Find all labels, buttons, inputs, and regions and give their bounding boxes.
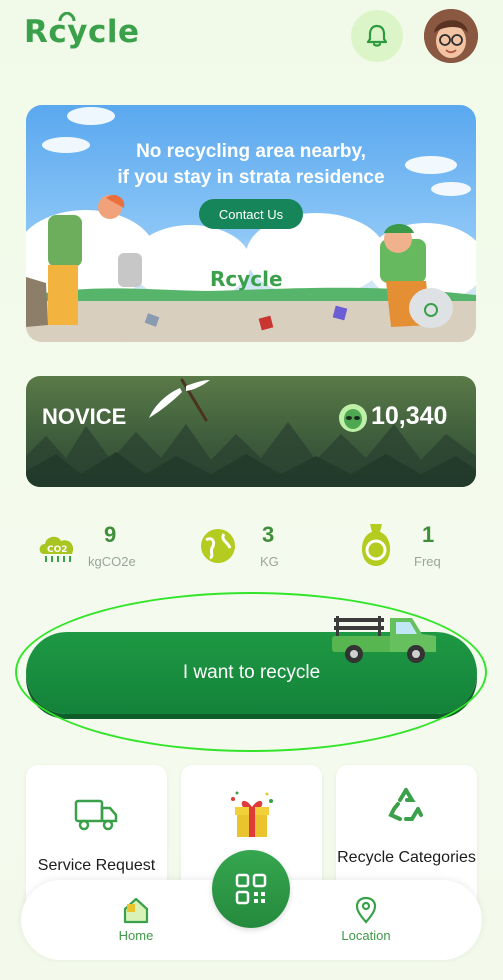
home-icon (123, 897, 149, 924)
promo-banner[interactable]: No recycling area nearby, if you stay in… (26, 105, 476, 342)
stat-weight-value: 3 (262, 522, 275, 547)
nav-home[interactable]: Home (96, 894, 176, 954)
scan-qr-button[interactable] (212, 850, 290, 928)
points-value: 10,340 (371, 402, 448, 430)
stat-co2-unit: kgCO2e (88, 554, 136, 569)
stat-weight-unit: KG (260, 554, 279, 569)
forest-background (26, 422, 476, 487)
banner-title-line2: if you stay in strata residence (117, 167, 385, 188)
banner-logo: Rcycle (210, 267, 283, 291)
banner-title-line1: No recycling area nearby, (136, 141, 366, 162)
gift-icon (231, 791, 273, 837)
svg-text:CO2: CO2 (47, 545, 68, 555)
nav-location-label: Location (341, 928, 391, 943)
stat-co2-value: 9 (104, 522, 117, 547)
bottom-bar-background (0, 962, 503, 980)
alien-points-icon (339, 404, 367, 432)
recycle-bag-icon (361, 524, 391, 566)
level-card[interactable]: NOVICE 10,340 (26, 376, 476, 487)
leaf-icon (58, 12, 76, 22)
avatar-illustration (424, 9, 478, 63)
recycle-categories-label: Recycle Categories (337, 849, 476, 866)
dragonfly-icon (149, 378, 210, 422)
user-avatar[interactable] (424, 9, 478, 63)
stat-frequency-unit: Freq (414, 554, 441, 569)
highlight-ellipse (15, 592, 487, 752)
banner-title: No recycling area nearby, if you stay in… (26, 139, 476, 191)
bell-icon (366, 24, 388, 47)
nav-home-label: Home (118, 928, 154, 943)
contact-us-button[interactable]: Contact Us (199, 199, 303, 229)
globe-icon (201, 529, 235, 563)
nav-location[interactable]: Location (326, 894, 406, 954)
co2-cloud-icon: CO2 (39, 536, 74, 562)
truck-icon (74, 799, 118, 831)
app-logo: Rcycle (24, 14, 140, 50)
qr-code-icon (235, 873, 267, 905)
level-name: NOVICE (42, 404, 127, 429)
service-request-label: Service Request (37, 857, 156, 874)
recycle-icon (388, 788, 423, 821)
notification-button[interactable] (351, 10, 403, 62)
stat-frequency-value: 1 (422, 522, 435, 547)
location-pin-icon (355, 896, 377, 924)
